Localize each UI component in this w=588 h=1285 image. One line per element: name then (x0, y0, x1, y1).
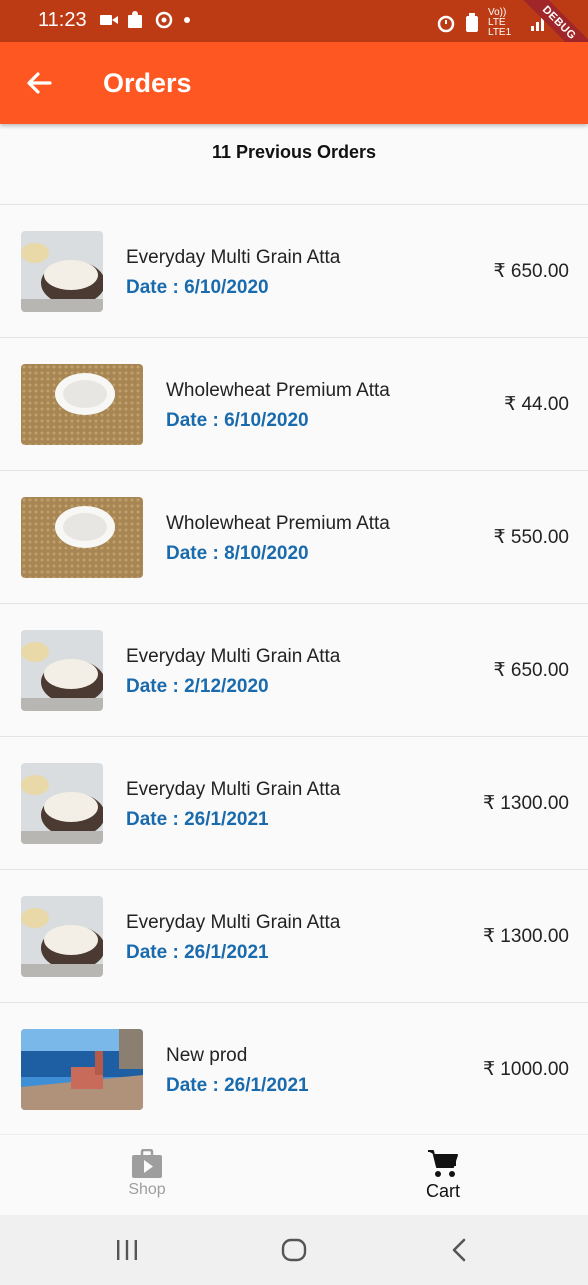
order-row[interactable]: Everyday Multi Grain Atta Date : 26/1/20… (0, 737, 588, 870)
arrow-back-icon[interactable] (24, 68, 54, 98)
order-item-name: Wholewheat Premium Atta (166, 380, 390, 401)
puzzle-icon (128, 11, 142, 28)
order-row[interactable]: Everyday Multi Grain Atta Date : 2/12/20… (0, 604, 588, 737)
video-camera-icon (100, 15, 118, 25)
order-row[interactable]: Wholewheat Premium Atta Date : 6/10/2020… (0, 338, 588, 471)
order-item-price: ₹ 1300.00 (482, 793, 569, 814)
system-navigation-bar (0, 1215, 588, 1285)
status-bar: 11:23 Vo)) LTE LTE1 DEBUG (0, 0, 588, 69)
nav-cart-tab[interactable]: Cart (383, 1149, 503, 1202)
battery-saver-icon (466, 13, 478, 32)
recent-apps-icon[interactable] (116, 1238, 138, 1262)
order-row[interactable]: Everyday Multi Grain Atta Date : 26/1/20… (0, 870, 588, 1003)
order-list: Everyday Multi Grain Atta Date : 6/10/20… (0, 204, 588, 1136)
order-item-price: ₹ 1300.00 (482, 926, 569, 947)
order-item-date: Date : 8/10/2020 (166, 543, 309, 564)
order-item-name: Everyday Multi Grain Atta (126, 912, 341, 933)
order-item-name: Everyday Multi Grain Atta (126, 779, 341, 800)
order-item-date: Date : 2/12/2020 (126, 676, 269, 697)
order-item-date: Date : 26/1/2021 (126, 942, 269, 963)
product-image-multigrain (21, 763, 103, 844)
order-item-price: ₹ 650.00 (493, 261, 569, 282)
order-item-date: Date : 26/1/2021 (166, 1075, 309, 1096)
order-row[interactable]: Wholewheat Premium Atta Date : 8/10/2020… (0, 471, 588, 604)
shop-bag-icon (132, 1149, 162, 1178)
order-item-date: Date : 6/10/2020 (166, 410, 309, 431)
order-item-name: New prod (166, 1045, 248, 1066)
order-item-price: ₹ 1000.00 (482, 1059, 569, 1080)
back-nav-icon[interactable] (450, 1238, 468, 1262)
bottom-navigation: Shop Cart (0, 1134, 588, 1216)
network-label: Vo)) LTE LTE1 (488, 7, 512, 38)
order-item-name: Wholewheat Premium Atta (166, 513, 390, 534)
product-image-multigrain (21, 896, 103, 977)
app-bar: Orders (0, 42, 588, 124)
order-row[interactable]: New prod Date : 26/1/2021 ₹ 1000.00 (0, 1003, 588, 1136)
order-item-date: Date : 26/1/2021 (126, 809, 269, 830)
orders-count-heading: 11 Previous Orders (211, 142, 377, 162)
status-time: 11:23 (38, 9, 87, 31)
order-item-name: Everyday Multi Grain Atta (126, 247, 341, 268)
product-image-seaside (21, 1029, 143, 1110)
nav-cart-label: Cart (425, 1181, 460, 1201)
order-item-price: ₹ 650.00 (493, 660, 569, 681)
dot-icon (184, 17, 190, 23)
nav-shop-label: Shop (128, 1181, 166, 1198)
order-item-price: ₹ 550.00 (493, 527, 569, 548)
page-title: Orders (103, 68, 192, 98)
alarm-icon (437, 15, 455, 33)
order-item-price: ₹ 44.00 (504, 394, 569, 415)
nav-shop-tab[interactable]: Shop (87, 1149, 207, 1199)
product-image-wholewheat (21, 364, 143, 445)
sync-icon (155, 11, 173, 29)
order-row[interactable]: Everyday Multi Grain Atta Date : 6/10/20… (0, 205, 588, 338)
product-image-multigrain (21, 630, 103, 711)
product-image-wholewheat (21, 497, 143, 578)
home-icon[interactable] (281, 1238, 307, 1262)
product-image-multigrain (21, 231, 103, 312)
cart-icon (428, 1150, 458, 1177)
order-item-date: Date : 6/10/2020 (126, 277, 269, 298)
order-item-name: Everyday Multi Grain Atta (126, 646, 341, 667)
